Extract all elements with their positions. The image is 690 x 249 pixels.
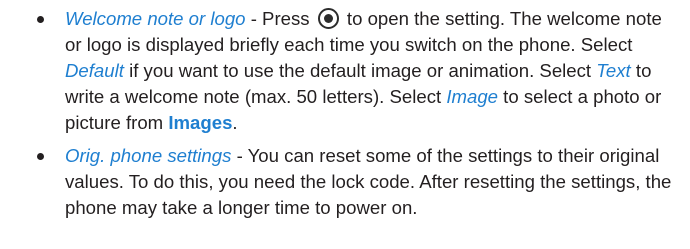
bullet-icon xyxy=(37,16,44,23)
page: Welcome note or logo - Press to open the… xyxy=(0,0,690,249)
term-welcome-note[interactable]: Welcome note or logo xyxy=(65,8,246,29)
bullet-icon xyxy=(37,153,44,160)
nav-key-icon xyxy=(317,8,339,29)
text-segment: if you want to use the default image or … xyxy=(123,60,597,81)
item-text: Orig. phone settings - You can reset som… xyxy=(65,143,682,221)
item-text: Welcome note or logo - Press to open the… xyxy=(65,6,682,136)
images-link[interactable]: Images xyxy=(168,112,232,133)
text-segment: - Press xyxy=(245,8,315,29)
option-image: Image xyxy=(446,86,499,107)
option-text: Text xyxy=(596,60,631,81)
text-segment: . xyxy=(232,112,238,133)
term-orig-phone-settings[interactable]: Orig. phone settings xyxy=(65,145,231,166)
option-default: Default xyxy=(65,60,124,81)
